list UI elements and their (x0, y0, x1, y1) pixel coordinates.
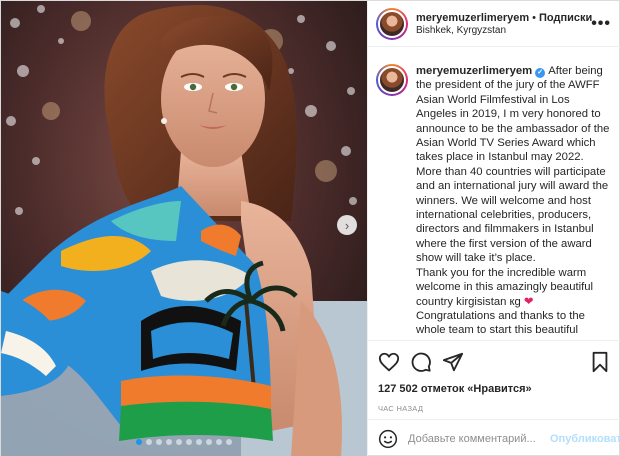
carousel-dot (136, 439, 142, 445)
following-button[interactable]: Подписки (539, 12, 592, 24)
location-link[interactable]: Bishkek, Kyrgyzstan (416, 25, 591, 36)
caption-section: meryemuzerlimeryem ✓ After being the presi… (368, 48, 620, 340)
caption-username[interactable]: meryemuzerlimeryem (416, 65, 532, 77)
actions-section: 127 502 отметок «Нравится» ЧАС НАЗАД (368, 340, 620, 413)
carousel-dot (226, 439, 232, 445)
username-link[interactable]: meryemuzerlimeryem (416, 12, 529, 24)
carousel-dot (216, 439, 222, 445)
avatar[interactable] (376, 7, 408, 40)
caption-paragraph-3: Thank you for the incredible warm welcom… (416, 266, 594, 308)
carousel-indicator (1, 439, 367, 445)
caption-avatar[interactable] (376, 64, 408, 96)
caption-text: meryemuzerlimeryem ✓ After being the presi… (416, 64, 611, 340)
caption-paragraph-1: After being the president of the jury of… (416, 65, 610, 164)
heart-emoji: ❤ (523, 295, 534, 308)
comment-form: Опубликовать (368, 419, 620, 456)
instagram-post: › meryemuzerlimeryem • Подписки Bishkek,… (0, 0, 620, 456)
post-timestamp[interactable]: ЧАС НАЗАД (378, 404, 611, 413)
flag-emoji: кg (509, 295, 521, 308)
carousel-dot (206, 439, 212, 445)
verified-icon: ✓ (535, 68, 546, 78)
post-header: meryemuzerlimeryem • Подписки Bishkek, K… (368, 1, 620, 47)
comment-icon[interactable] (410, 351, 432, 373)
likes-count[interactable]: 127 502 отметок «Нравится» (378, 383, 611, 395)
smile-icon[interactable] (378, 429, 398, 449)
carousel-dot (146, 439, 152, 445)
photo-illustration (1, 1, 367, 456)
likes-suffix: отметок «Нравится» (420, 383, 532, 395)
likes-number: 127 502 (378, 383, 418, 395)
heart-icon[interactable] (378, 351, 400, 373)
share-icon[interactable] (442, 351, 464, 373)
caption-paragraph-2: More than 40 countries will participate … (416, 165, 609, 265)
bookmark-icon[interactable] (589, 351, 611, 373)
header-separator: • (532, 11, 536, 24)
chevron-right-icon: › (344, 217, 350, 233)
post-photo[interactable]: › (1, 1, 367, 456)
action-bar (378, 349, 611, 375)
carousel-dot (196, 439, 202, 445)
carousel-dot (166, 439, 172, 445)
publish-button[interactable]: Опубликовать (550, 433, 620, 445)
carousel-dot (176, 439, 182, 445)
caption-paragraph-4: Congratulations and thanks to the whole … (416, 309, 589, 340)
more-icon[interactable]: ••• (591, 15, 611, 33)
header-text: meryemuzerlimeryem • Подписки Bishkek, K… (416, 11, 592, 36)
carousel-dot (156, 439, 162, 445)
post-sidebar: meryemuzerlimeryem • Подписки Bishkek, K… (367, 1, 620, 456)
comment-input[interactable] (408, 432, 550, 445)
carousel-dot (186, 439, 192, 445)
next-slide-button[interactable]: › (337, 215, 357, 235)
